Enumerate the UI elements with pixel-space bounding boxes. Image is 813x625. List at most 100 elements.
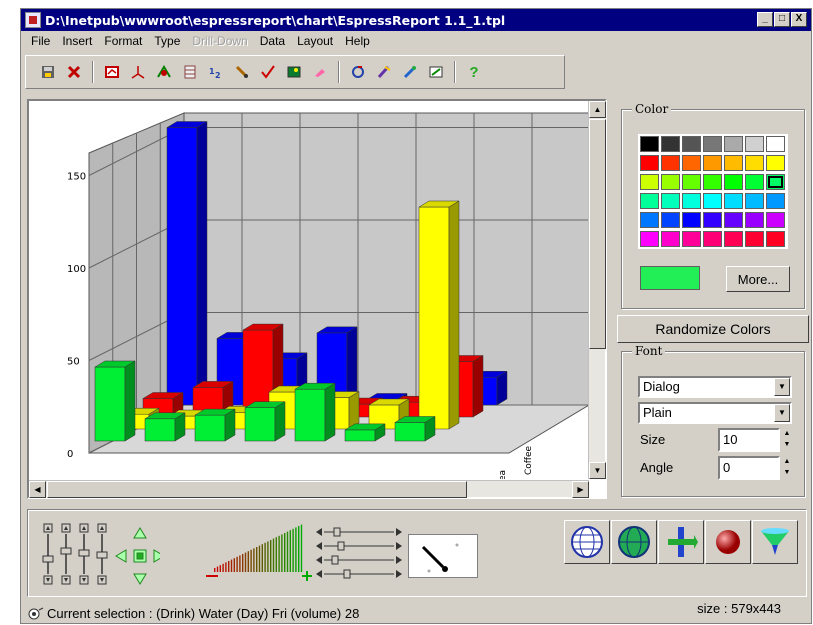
- color-swatch[interactable]: [724, 155, 743, 171]
- color-swatch[interactable]: [703, 231, 722, 247]
- preview-icon[interactable]: [424, 60, 448, 84]
- app-icon[interactable]: [25, 12, 41, 28]
- color-swatch[interactable]: [745, 155, 764, 171]
- rotation-sliders[interactable]: [40, 520, 160, 590]
- color-swatch[interactable]: [640, 136, 659, 152]
- randomize-colors-button[interactable]: Randomize Colors: [617, 315, 809, 343]
- color-swatch[interactable]: [640, 193, 659, 209]
- color-swatch[interactable]: [745, 136, 764, 152]
- chevron-down-icon[interactable]: ▼: [774, 378, 790, 396]
- menu-type[interactable]: Type: [148, 34, 186, 48]
- color-swatch[interactable]: [661, 174, 680, 190]
- wand-icon[interactable]: [398, 60, 422, 84]
- light-direction-control[interactable]: [408, 534, 478, 578]
- color-swatch[interactable]: [745, 231, 764, 247]
- font-style-select[interactable]: Plain ▼: [638, 402, 792, 424]
- menu-help[interactable]: Help: [339, 34, 376, 48]
- axis-icon[interactable]: [126, 60, 150, 84]
- refresh-icon[interactable]: [346, 60, 370, 84]
- color-swatch[interactable]: [640, 155, 659, 171]
- color-swatch[interactable]: [661, 136, 680, 152]
- funnel-icon[interactable]: [752, 520, 798, 564]
- color-swatch[interactable]: [745, 212, 764, 228]
- close-button[interactable]: X: [791, 12, 807, 27]
- color-swatch[interactable]: [661, 231, 680, 247]
- globe-shaded-icon[interactable]: [611, 520, 657, 564]
- color-swatch[interactable]: [661, 193, 680, 209]
- table-icon[interactable]: [178, 60, 202, 84]
- scroll-up-button[interactable]: ▲: [589, 101, 606, 118]
- color-swatch[interactable]: [703, 212, 722, 228]
- number-format-icon[interactable]: 12: [204, 60, 228, 84]
- vertical-scroll-thumb[interactable]: [589, 119, 606, 349]
- color-swatch[interactable]: [703, 174, 722, 190]
- drill-icon[interactable]: [152, 60, 176, 84]
- color-swatch[interactable]: [703, 136, 722, 152]
- color-swatch[interactable]: [745, 193, 764, 209]
- save-icon[interactable]: [36, 60, 60, 84]
- help-icon[interactable]: ?: [462, 60, 486, 84]
- label-icon[interactable]: [230, 60, 254, 84]
- color-swatch[interactable]: [703, 193, 722, 209]
- paint-icon[interactable]: [372, 60, 396, 84]
- color-swatch[interactable]: [661, 155, 680, 171]
- color-swatch[interactable]: [682, 212, 701, 228]
- color-swatch[interactable]: [682, 231, 701, 247]
- color-swatch[interactable]: [766, 174, 785, 190]
- chart-view[interactable]: 0 50 100 150 Tea Coffee ▲ ▼ ◀ ▶: [27, 99, 607, 499]
- color-swatch[interactable]: [766, 212, 785, 228]
- color-swatch[interactable]: [724, 231, 743, 247]
- close-icon[interactable]: [62, 60, 86, 84]
- chart-options-icon[interactable]: [100, 60, 124, 84]
- eraser-icon[interactable]: [308, 60, 332, 84]
- size-spinner[interactable]: ▲ ▼: [782, 428, 792, 452]
- scroll-right-button[interactable]: ▶: [572, 481, 589, 498]
- trend-line-icon[interactable]: [256, 60, 280, 84]
- color-swatch[interactable]: [703, 155, 722, 171]
- color-swatch[interactable]: [766, 136, 785, 152]
- color-swatch[interactable]: [724, 212, 743, 228]
- menu-format[interactable]: Format: [98, 34, 148, 48]
- spacing-sliders[interactable]: [314, 524, 404, 584]
- vertical-scrollbar[interactable]: ▲ ▼: [588, 101, 606, 479]
- menu-insert[interactable]: Insert: [56, 34, 98, 48]
- background-image-icon[interactable]: [282, 60, 306, 84]
- color-swatch[interactable]: [640, 212, 659, 228]
- color-swatch[interactable]: [724, 174, 743, 190]
- color-swatch[interactable]: [640, 231, 659, 247]
- color-swatch[interactable]: [661, 212, 680, 228]
- selection-icon: [28, 607, 44, 620]
- color-swatch[interactable]: [682, 174, 701, 190]
- minimize-button[interactable]: _: [757, 12, 773, 27]
- scroll-down-button[interactable]: ▼: [589, 462, 606, 479]
- angle-input[interactable]: 0: [718, 456, 780, 480]
- bar-chart-3d[interactable]: 0 50 100 150 Tea Coffee: [29, 101, 589, 479]
- chevron-down-icon[interactable]: ▼: [774, 404, 790, 422]
- globe-wire-icon[interactable]: [564, 520, 610, 564]
- more-colors-button[interactable]: More...: [726, 266, 790, 292]
- sphere-icon[interactable]: [705, 520, 751, 564]
- horizontal-scrollbar[interactable]: ◀ ▶: [29, 480, 589, 498]
- color-swatch[interactable]: [766, 193, 785, 209]
- color-swatch[interactable]: [682, 193, 701, 209]
- axis-move-icon[interactable]: [658, 520, 704, 564]
- angle-spinner[interactable]: ▲ ▼: [782, 456, 792, 480]
- menu-layout[interactable]: Layout: [291, 34, 339, 48]
- color-swatch[interactable]: [766, 231, 785, 247]
- maximize-button[interactable]: □: [774, 12, 790, 27]
- color-swatch[interactable]: [682, 155, 701, 171]
- color-swatch[interactable]: [724, 193, 743, 209]
- size-input[interactable]: 10: [718, 428, 780, 452]
- color-swatch[interactable]: [766, 155, 785, 171]
- color-swatch[interactable]: [724, 136, 743, 152]
- menu-file[interactable]: File: [25, 34, 56, 48]
- scroll-left-button[interactable]: ◀: [29, 481, 46, 498]
- font-family-select[interactable]: Dialog ▼: [638, 376, 792, 398]
- menu-data[interactable]: Data: [254, 34, 291, 48]
- color-swatch[interactable]: [745, 174, 764, 190]
- depth-slider[interactable]: [206, 524, 316, 584]
- horizontal-scroll-thumb[interactable]: [47, 481, 467, 498]
- depth-bar: [284, 533, 286, 572]
- color-swatch[interactable]: [682, 136, 701, 152]
- color-swatch[interactable]: [640, 174, 659, 190]
